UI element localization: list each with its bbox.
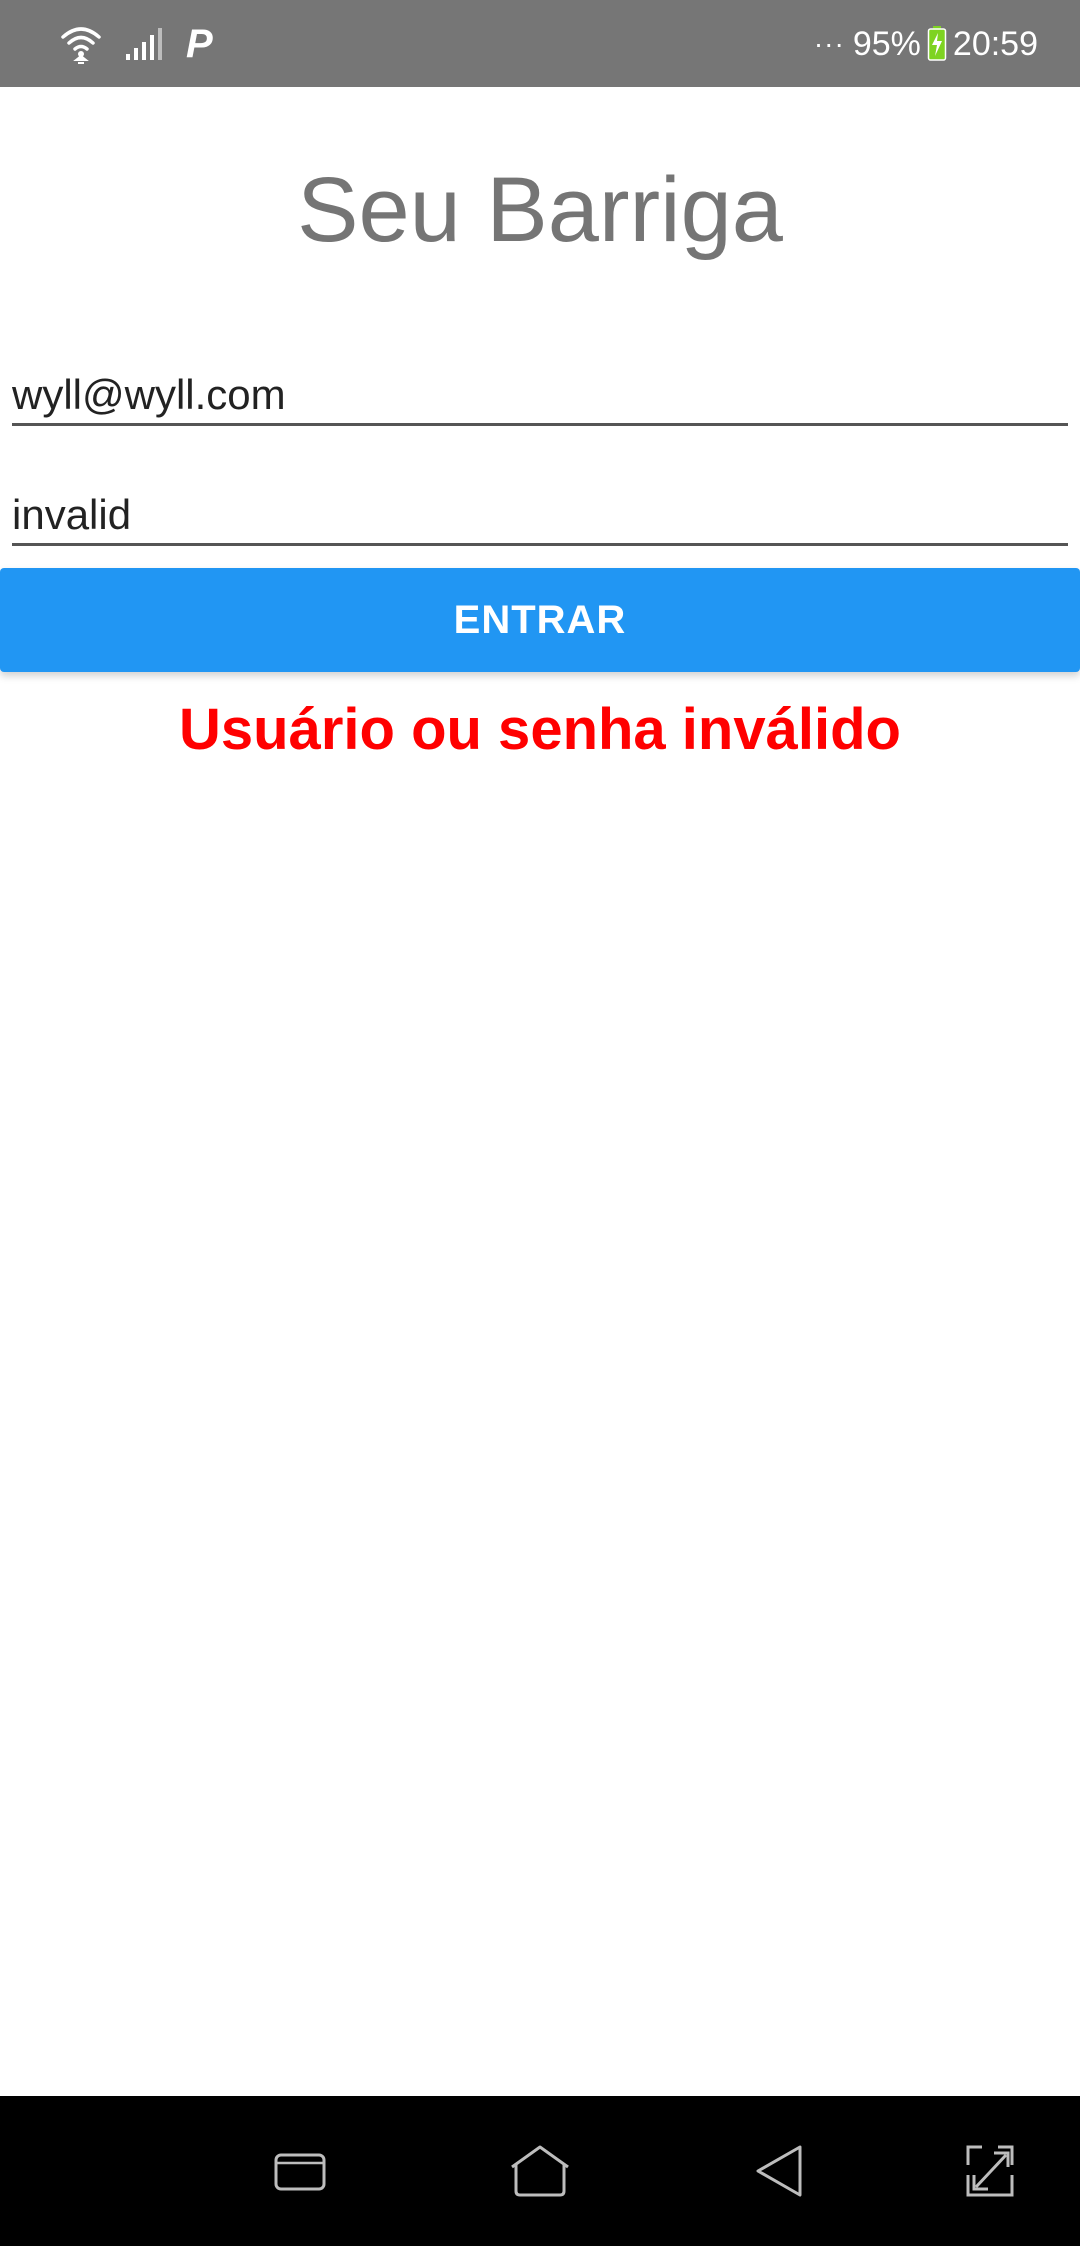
login-button[interactable]: ENTRAR [0,568,1080,672]
parking-icon: P [186,22,213,66]
email-field-container [12,345,1068,426]
app-title: Seu Barriga [297,159,783,261]
status-icons-left: P [60,20,213,68]
error-message: Usuário ou senha inválido [179,697,901,762]
email-field[interactable] [12,371,1068,419]
battery-percent: 95% [852,24,921,63]
home-icon[interactable] [505,2136,575,2206]
more-notifications-icon: ··· [813,28,845,59]
signal-icon [124,26,164,62]
expand-icon[interactable] [955,2136,1025,2206]
battery-charging-icon [927,26,947,62]
password-field[interactable] [12,491,1068,539]
wifi-icon [60,23,102,65]
status-bar: P ··· 95% 20:59 [0,0,1080,87]
back-icon[interactable] [745,2136,815,2206]
clock: 20:59 [952,24,1038,63]
status-icons-right: ··· 95% 20:59 [814,20,1038,68]
login-screen: P ··· 95% 20:59 Seu Barriga ENTRAR Usuár… [0,0,1080,2246]
recent-apps-icon[interactable] [265,2136,335,2206]
password-field-container [12,465,1068,546]
navigation-bar [0,2096,1080,2246]
